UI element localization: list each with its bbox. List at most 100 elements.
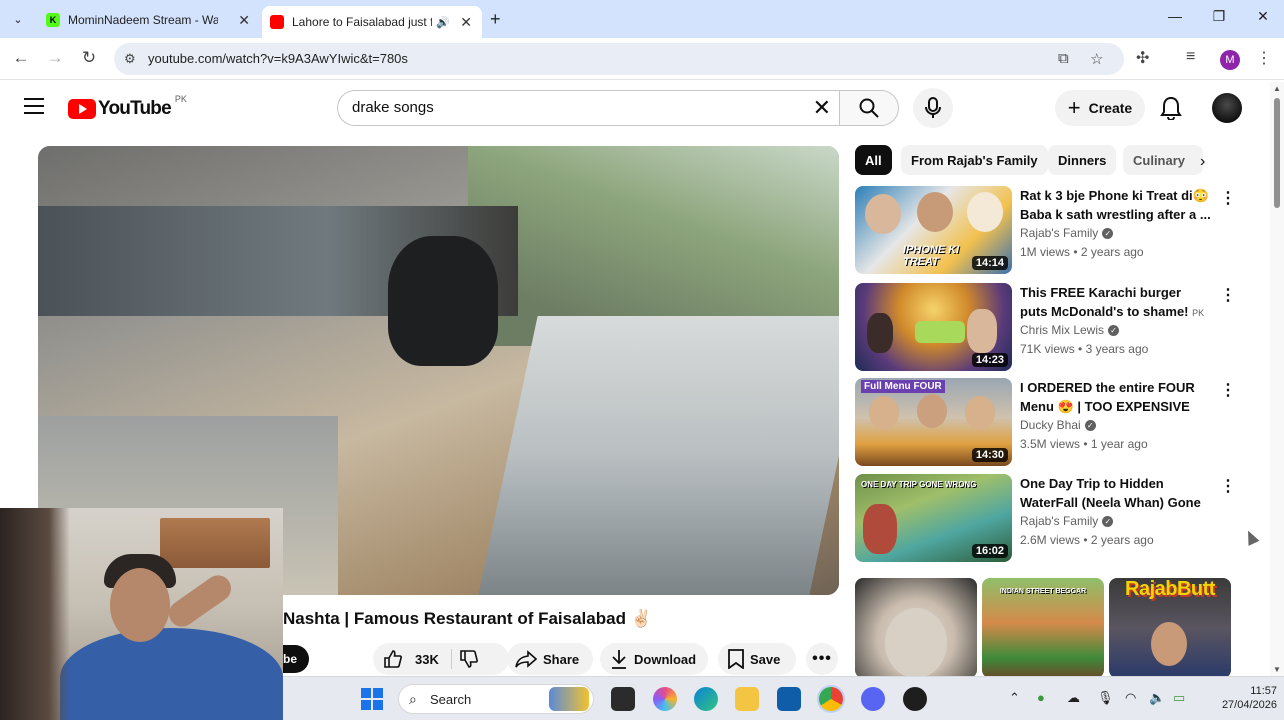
install-app-icon[interactable]: ⧉ [1058, 50, 1069, 67]
create-button[interactable]: + Create [1055, 90, 1145, 126]
back-icon[interactable]: ← [10, 48, 32, 68]
more-vertical-icon[interactable]: ⋮ [1220, 476, 1236, 496]
recommendation-item[interactable]: ONE DAY TRIP GONE WRONG 16:02 One Day Tr… [855, 474, 1236, 562]
address-bar[interactable]: ⚙ youtube.com/watch?v=k9A3AwYIwic&t=780s… [114, 43, 1124, 75]
channel-name[interactable]: Rajab's Family ✓ [1020, 226, 1114, 240]
browser-toolbar: ← → ↻ ⚙ youtube.com/watch?v=k9A3AwYIwic&… [0, 38, 1284, 80]
show-hidden-icons-chevron[interactable]: ⌃ [1009, 690, 1020, 706]
recommendation-title[interactable]: Rat k 3 bje Phone ki Treat di😳 Baba k sa… [1020, 186, 1212, 224]
minimize-icon[interactable]: — [1160, 8, 1190, 24]
short-thumbnail[interactable]: INDIAN STREET BEGGAR [982, 578, 1104, 678]
store-icon[interactable] [777, 687, 801, 711]
volume-icon[interactable]: 🔈 [1149, 690, 1165, 706]
scroll-up-icon[interactable]: ▲ [1273, 84, 1281, 93]
scroll-down-icon[interactable]: ▼ [1273, 665, 1281, 674]
recommendation-title[interactable]: I ORDERED the entire FOUR Menu 😍 | TOO E… [1020, 378, 1212, 416]
channel-name[interactable]: Ducky Bhai ✓ [1020, 418, 1096, 432]
download-button[interactable]: Download [600, 643, 708, 675]
new-tab-button[interactable]: + [490, 9, 501, 30]
windows-start-icon[interactable] [360, 687, 384, 711]
like-button[interactable]: 33K [373, 649, 439, 669]
wifi-icon[interactable]: ◠ [1125, 690, 1136, 706]
onedrive-icon[interactable]: ☁ [1067, 690, 1080, 706]
close-window-icon[interactable]: ✕ [1248, 8, 1278, 25]
search-input[interactable] [352, 99, 792, 116]
channel-name[interactable]: Chris Mix Lewis ✓ [1020, 323, 1120, 337]
more-vertical-icon[interactable]: ⋮ [1220, 285, 1236, 305]
save-button[interactable]: Save [718, 643, 796, 675]
thumbs-up-icon [384, 650, 402, 668]
account-avatar[interactable] [1212, 93, 1242, 123]
notifications-bell-icon[interactable] [1160, 96, 1182, 125]
recommendation-item[interactable]: Full Menu FOUR 14:30 I ORDERED the entir… [855, 378, 1236, 466]
recommendation-item[interactable]: IPHONE KI TREAT 14:14 Rat k 3 bje Phone … [855, 186, 1236, 274]
tray-app-icon[interactable]: ● [1037, 690, 1045, 705]
recommendation-title[interactable]: One Day Trip to Hidden WaterFall (Neela … [1020, 474, 1212, 512]
windows-taskbar: ⌕ Search ⌃ ● ☁ 🎙 ◠ 🔈 ▭ 11:57 27/04/2026 [283, 676, 1284, 720]
chrome-icon[interactable] [819, 687, 843, 711]
channel-label: Rajab's Family [1020, 226, 1099, 240]
search-button[interactable] [839, 90, 899, 126]
recommendation-title[interactable]: This FREE Karachi burger puts McDonald's… [1020, 283, 1212, 321]
chip-dinners[interactable]: Dinners [1048, 145, 1117, 175]
download-icon [612, 650, 626, 669]
edge-icon[interactable] [694, 687, 718, 711]
more-actions-button[interactable]: ••• [806, 643, 838, 675]
chevron-right-icon[interactable]: › [1200, 153, 1205, 171]
thumbnail-text: ONE DAY TRIP GONE WRONG [861, 480, 977, 489]
chip-from-rajabs-family[interactable]: From Rajab's Family [901, 145, 1048, 175]
restore-icon[interactable]: ❐ [1204, 8, 1234, 25]
chip-all[interactable]: All [855, 145, 892, 175]
tab-youtube-video[interactable]: Lahore to Faisalabad just fo 🔊 ✕ [262, 6, 482, 38]
thumb-person [863, 504, 897, 554]
reload-icon[interactable]: ↻ [78, 48, 100, 68]
more-vertical-icon[interactable]: ⋮ [1220, 188, 1236, 208]
thumbnail-text: IPHONE KI TREAT [903, 244, 960, 268]
more-vertical-icon[interactable]: ⋮ [1220, 380, 1236, 400]
audio-playing-icon[interactable]: 🔊 [436, 16, 450, 29]
dislike-button[interactable] [459, 649, 485, 672]
voice-search-button[interactable] [913, 88, 953, 128]
close-tab-icon[interactable]: ✕ [460, 14, 472, 31]
system-clock[interactable]: 11:57 27/04/2026 [1205, 684, 1277, 712]
bookmark-star-icon[interactable]: ☆ [1090, 50, 1103, 68]
taskbar-search-box[interactable]: ⌕ Search [398, 684, 594, 714]
duration-badge: 14:23 [971, 353, 1008, 367]
video-thumbnail[interactable]: Full Menu FOUR 14:30 [855, 378, 1012, 466]
forward-icon[interactable]: → [44, 48, 66, 68]
clear-search-icon[interactable]: ✕ [813, 95, 831, 121]
thumb-face [869, 396, 899, 430]
page-scrollbar[interactable]: ▲ ▼ [1270, 82, 1284, 676]
extensions-icon[interactable]: ✣ [1136, 48, 1149, 68]
battery-icon[interactable]: ▭ [1173, 690, 1185, 706]
file-explorer-icon[interactable] [735, 687, 759, 711]
verified-check-icon: ✓ [1084, 420, 1096, 432]
chip-culinary[interactable]: Culinary [1123, 145, 1203, 175]
recommendation-item[interactable]: 14:23 This FREE Karachi burger puts McDo… [855, 283, 1236, 371]
menu-icon[interactable] [24, 98, 44, 119]
share-button[interactable]: Share [507, 643, 593, 675]
tab-search-dropdown[interactable]: ⌄ [6, 8, 30, 30]
browser-profile-avatar[interactable]: M [1220, 50, 1240, 70]
video-thumbnail[interactable]: ONE DAY TRIP GONE WRONG 16:02 [855, 474, 1012, 562]
discord-icon[interactable] [861, 687, 885, 711]
short-thumbnail[interactable] [855, 578, 977, 678]
microphone-tray-icon[interactable]: 🎙 [1097, 690, 1114, 706]
tab-title: Lahore to Faisalabad just fo [292, 15, 432, 29]
browser-menu-icon[interactable]: ⋮ [1256, 48, 1272, 68]
tab-kick-stream[interactable]: K MominNadeem Stream - Watch ✕ [38, 6, 260, 34]
site-info-icon[interactable]: ⚙ [124, 51, 136, 67]
channel-name[interactable]: Rajab's Family ✓ [1020, 514, 1114, 528]
youtube-logo[interactable]: YouTube PK [68, 94, 187, 120]
video-thumbnail[interactable]: IPHONE KI TREAT 14:14 [855, 186, 1012, 274]
scrollbar-thumb[interactable] [1274, 98, 1280, 208]
video-thumbnail[interactable]: 14:23 [855, 283, 1012, 371]
subscribe-button[interactable]: be [283, 645, 309, 673]
close-tab-icon[interactable]: ✕ [238, 12, 250, 29]
media-controls-icon[interactable]: ≡ [1186, 48, 1195, 66]
task-view-icon[interactable] [611, 687, 635, 711]
bookmark-icon [728, 649, 744, 669]
obs-icon[interactable] [903, 687, 927, 711]
copilot-icon[interactable] [653, 687, 677, 711]
short-thumbnail[interactable]: RajabButt [1109, 578, 1231, 678]
